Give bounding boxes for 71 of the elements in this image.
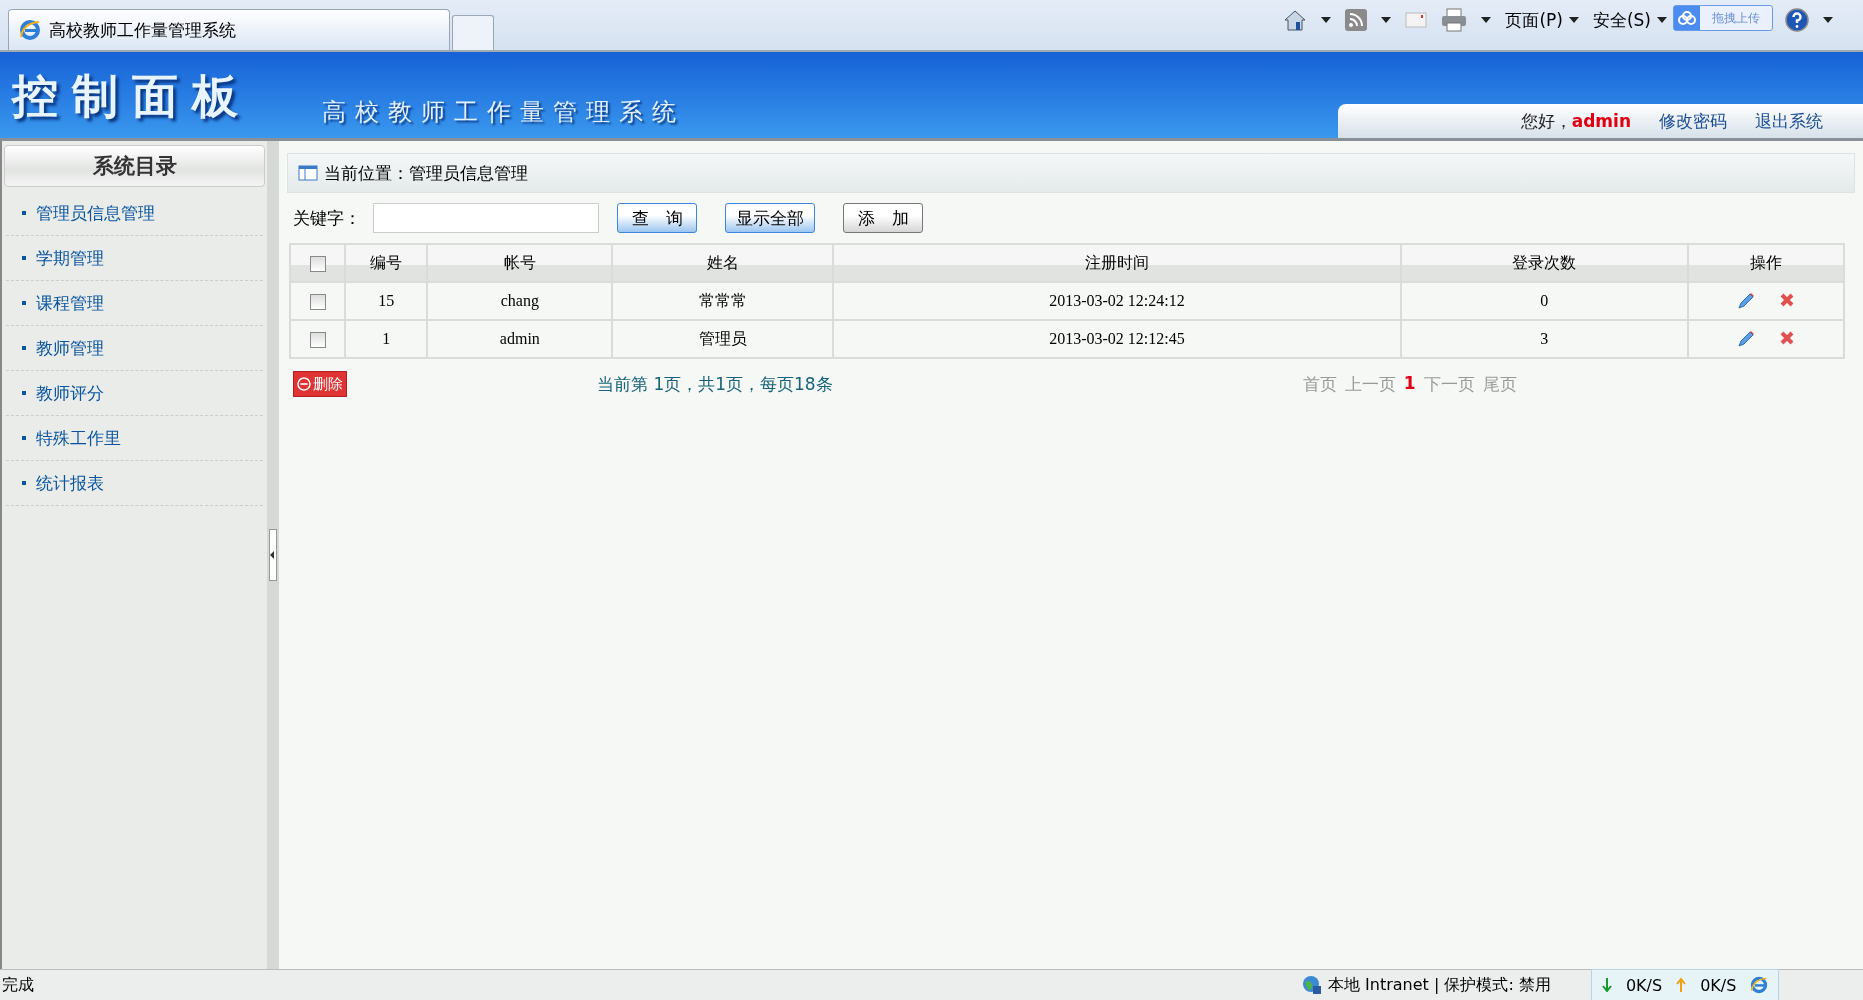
table-cell: 3 (1400, 320, 1688, 358)
globe-icon (1302, 975, 1322, 995)
keyword-label: 关键字： (293, 206, 361, 230)
tab-title: 高校教师工作量管理系统 (49, 18, 236, 42)
table-cell: 1 (345, 320, 428, 358)
row-checkbox[interactable] (309, 294, 326, 311)
table-cell: 管理员 (612, 320, 833, 358)
help-icon[interactable] (1785, 8, 1809, 32)
header-link[interactable]: 退出系统 (1755, 109, 1823, 133)
breadcrumb: 当前位置：管理员信息管理 (324, 161, 528, 185)
header-subtitle: 高校教师工作量管理系统 (321, 97, 685, 128)
column-header: 操作 (1687, 244, 1844, 282)
collapse-handle[interactable] (269, 529, 277, 581)
sidebar-item[interactable]: 特殊工作里 (6, 416, 263, 461)
edit-icon[interactable] (1736, 292, 1755, 310)
feed-icon[interactable] (1345, 9, 1368, 31)
upload-speed: 0K/S (1700, 975, 1737, 995)
greeting-text: 您好，admin (1520, 109, 1631, 133)
pager-link[interactable]: 1 (1403, 372, 1416, 396)
table-cell: 2013-03-02 12:24:12 (832, 282, 1401, 320)
sidebar-item[interactable]: 教师管理 (6, 326, 263, 371)
minus-circle-icon (297, 377, 311, 391)
caret-icon[interactable] (1481, 17, 1492, 23)
sidebar-item[interactable]: 统计报表 (6, 461, 263, 506)
security-zone: 本地 Intranet | 保护模式: 禁用 (1328, 974, 1551, 996)
caret-icon[interactable] (1321, 17, 1332, 23)
keyword-field[interactable] (373, 203, 599, 233)
delete-icon[interactable] (1778, 330, 1795, 346)
select-all-checkbox[interactable] (309, 256, 326, 272)
header-title: 控制面板 (10, 68, 252, 125)
column-header: 帐号 (427, 244, 613, 282)
row-checkbox[interactable] (309, 332, 326, 349)
table-cell: 15 (345, 282, 428, 320)
status-text: 完成 (1, 974, 35, 996)
browser-icon (1750, 976, 1769, 994)
table-cell: admin (427, 320, 613, 358)
column-header: 姓名 (612, 244, 833, 282)
cloud-icon (1678, 11, 1696, 25)
table-cell: 常常常 (612, 282, 833, 320)
header-link[interactable]: 修改密码 (1659, 109, 1727, 133)
caret-icon[interactable] (1823, 17, 1833, 23)
column-header: 注册时间 (832, 244, 1401, 282)
search-button[interactable]: 查 询 (617, 203, 697, 233)
download-icon (1601, 978, 1612, 992)
delete-icon[interactable] (1778, 292, 1795, 308)
search-button[interactable]: 显示全部 (725, 203, 815, 233)
toolbar-menu[interactable]: 页面(P) (1505, 8, 1579, 32)
home-icon[interactable] (1283, 8, 1308, 32)
sidebar-item[interactable]: 管理员信息管理 (6, 191, 263, 236)
delete-button[interactable]: 删除 (293, 371, 347, 397)
window-icon (298, 165, 318, 181)
sidebar-title: 系统目录 (4, 145, 265, 187)
browser-tab[interactable]: 高校教师工作量管理系统 (8, 9, 450, 50)
edit-icon[interactable] (1736, 330, 1755, 348)
sidebar-item[interactable]: 课程管理 (6, 281, 263, 326)
upload-icon (1676, 978, 1687, 992)
caret-icon[interactable] (1381, 17, 1392, 23)
column-header: 登录次数 (1400, 244, 1688, 282)
sidebar-item[interactable]: 学期管理 (6, 236, 263, 281)
table-cell: 0 (1400, 282, 1688, 320)
pagination-info: 当前第 1页，共1页，每页18条 (597, 372, 833, 396)
browser-icon (19, 19, 41, 41)
printer-icon[interactable] (1441, 8, 1468, 32)
search-button[interactable]: 添 加 (843, 203, 923, 233)
table-cell: 2013-03-02 12:12:45 (832, 320, 1401, 358)
new-tab-button[interactable] (452, 15, 494, 50)
download-speed: 0K/S (1625, 975, 1663, 995)
column-header: 编号 (345, 244, 428, 282)
table-cell: chang (427, 282, 613, 320)
toolbar-menu[interactable]: 安全(S) (1592, 8, 1667, 32)
sidebar-item[interactable]: 教师评分 (6, 371, 263, 416)
